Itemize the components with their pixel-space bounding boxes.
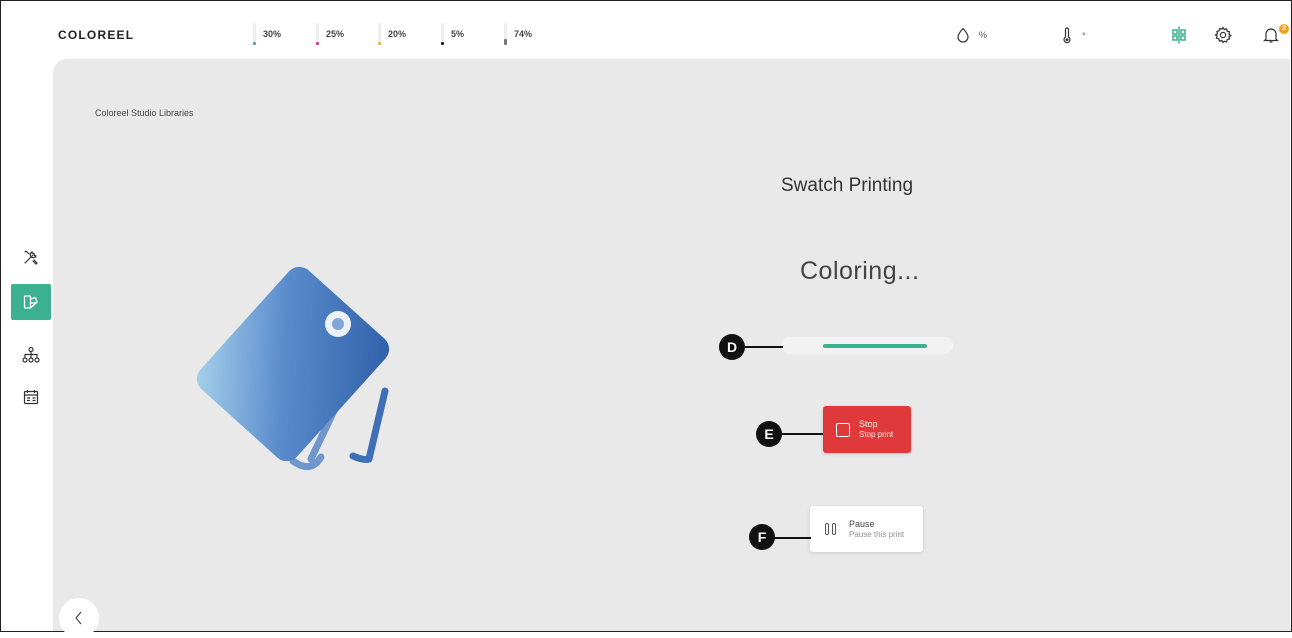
- gear-icon[interactable]: [1213, 25, 1233, 45]
- pause-print-button[interactable]: Pause Pause this print: [810, 506, 923, 552]
- notification-badge: 3: [1279, 24, 1289, 34]
- ink-level-label: 30%: [263, 29, 282, 39]
- ink-level-transparent: 74%: [504, 23, 532, 45]
- sidebar-item-hierarchy[interactable]: [11, 337, 51, 373]
- stop-button-label: Stop: [859, 419, 878, 429]
- pause-button-sublabel: Pause this print: [849, 529, 905, 539]
- ink-level-cyan: 30%: [253, 23, 281, 45]
- temperature-value: °: [1082, 30, 1086, 41]
- humidity-status: %: [956, 27, 987, 43]
- stop-print-button[interactable]: Stop Stop print: [823, 406, 911, 453]
- print-status-text: Coloring...: [800, 257, 920, 285]
- sidebar-item-production[interactable]: [11, 379, 51, 415]
- production-icon: [23, 390, 39, 405]
- callout-line: [741, 346, 783, 348]
- pause-icon: [825, 523, 839, 535]
- hierarchy-icon: [22, 346, 40, 363]
- callout-line: [777, 433, 823, 435]
- main-panel: Coloreel Studio Libraries Swatch Printin…: [53, 59, 1290, 631]
- ink-level-label: 25%: [326, 29, 345, 39]
- ink-gauge: [378, 23, 381, 45]
- callout-marker-f: F: [749, 524, 775, 550]
- ink-level-yellow: 20%: [378, 23, 406, 45]
- sidebar-item-tools[interactable]: [11, 239, 51, 275]
- tools-icon: [24, 250, 38, 265]
- ink-level-label: 5%: [451, 29, 465, 39]
- ink-gauge: [504, 23, 507, 45]
- ink-gauge-fill: [504, 39, 507, 45]
- ink-gauge: [441, 23, 444, 45]
- sidebar-item-swatch-library[interactable]: [11, 284, 51, 320]
- ink-level-label: 20%: [388, 29, 407, 39]
- ink-level-black: 5%: [441, 23, 464, 45]
- thermometer-icon: [1063, 27, 1071, 44]
- print-progress-bar: [781, 337, 953, 354]
- swatch-library-icon: [23, 295, 38, 309]
- app-window: COLOREEL 30% 25% 20% 5% 74% % ° 3 Colore…: [0, 0, 1292, 638]
- machine-status-icon[interactable]: [1169, 25, 1189, 45]
- breadcrumb: Coloreel Studio Libraries: [95, 108, 194, 118]
- chevron-left-icon: [75, 611, 82, 625]
- bell-icon[interactable]: [1261, 25, 1281, 45]
- ink-gauge: [316, 23, 319, 45]
- temperature-status: °: [1061, 27, 1086, 44]
- stop-icon: [836, 422, 850, 437]
- ink-level-magenta: 25%: [316, 23, 344, 45]
- back-button[interactable]: [59, 598, 99, 638]
- ink-gauge-fill: [441, 42, 444, 45]
- humidity-value: %: [979, 30, 988, 40]
- ink-level-label: 74%: [514, 29, 533, 39]
- ink-gauge: [253, 23, 256, 45]
- pause-button-label: Pause: [849, 518, 875, 529]
- page-title: Swatch Printing: [781, 175, 914, 196]
- drop-icon: [957, 27, 969, 43]
- callout-marker-d: D: [719, 334, 745, 360]
- print-progress-fill: [823, 344, 927, 348]
- logo: COLOREEL: [58, 28, 135, 42]
- ink-gauge-fill: [378, 42, 381, 45]
- stop-button-sublabel: Stop print: [859, 430, 894, 439]
- ink-gauge-fill: [316, 42, 319, 45]
- callout-marker-e: E: [756, 421, 782, 447]
- top-bar: COLOREEL 30% 25% 20% 5% 74% % ° 3: [1, 1, 1292, 59]
- swatch-illustration: [196, 266, 390, 471]
- ink-gauge-fill: [253, 42, 256, 45]
